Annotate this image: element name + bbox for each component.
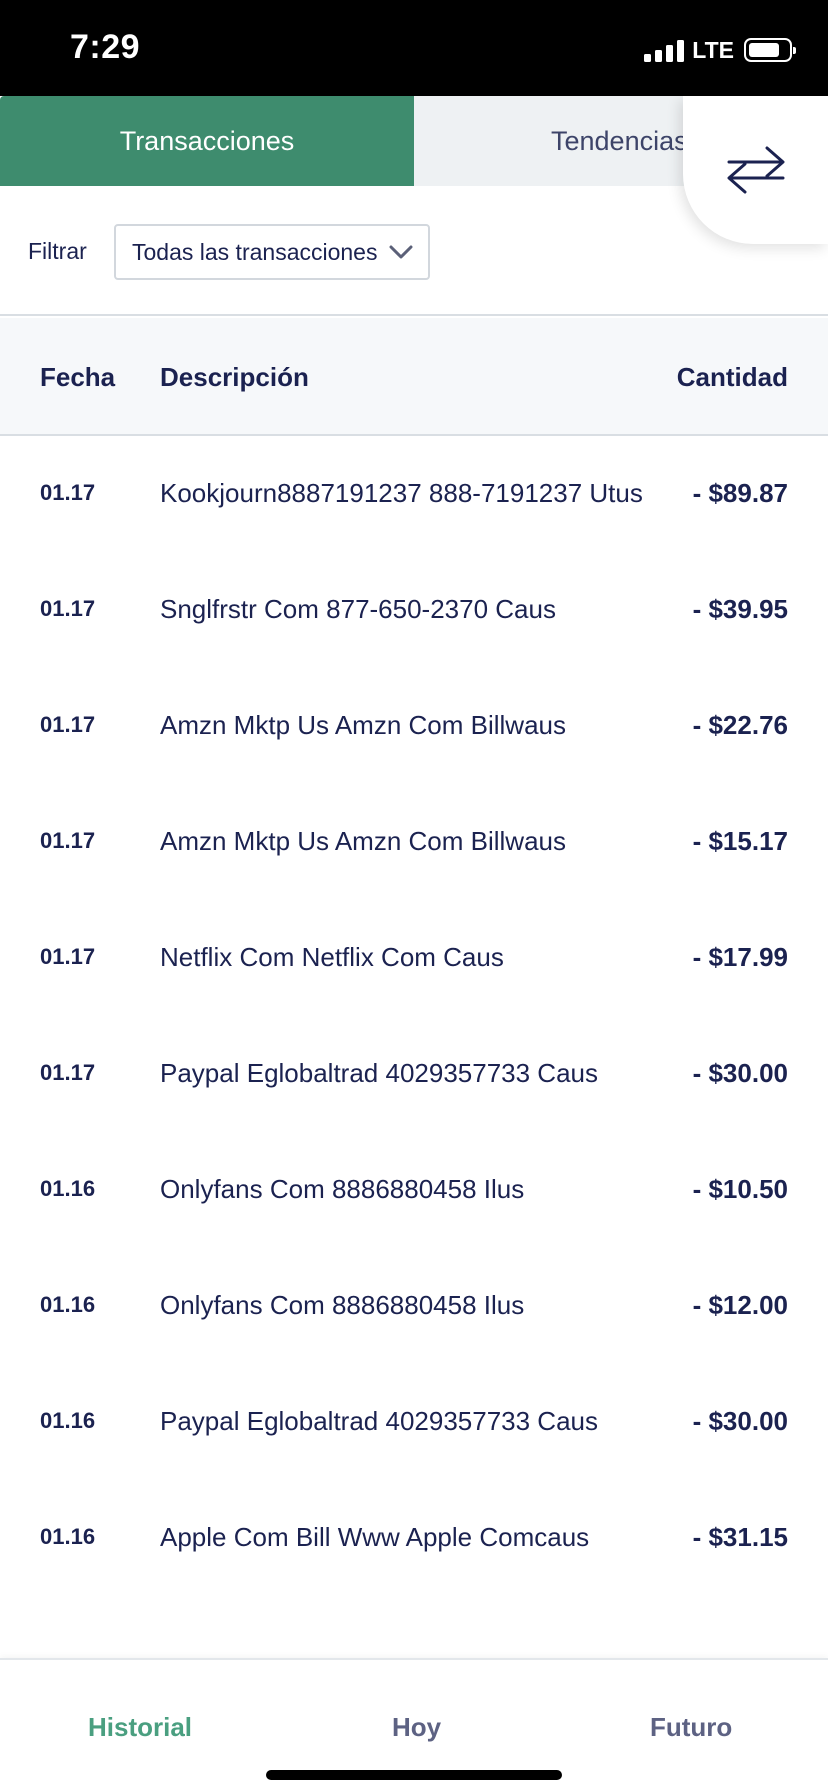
transaction-list: 01.17 Kookjourn8887191237 888-7191237 Ut…: [0, 436, 828, 1596]
transaction-date: 01.17: [40, 1060, 96, 1085]
transaction-amount: - $10.50: [692, 1174, 788, 1204]
table-row[interactable]: 01.16 Onlyfans Com 8886880458 Ilus - $10…: [0, 1132, 828, 1248]
transaction-description: Apple Com Bill Www Apple Comcaus: [160, 1522, 590, 1552]
battery-icon: [744, 38, 796, 62]
table-row[interactable]: 01.17 Amzn Mktp Us Amzn Com Billwaus - $…: [0, 784, 828, 900]
status-indicators: LTE: [644, 36, 796, 64]
transaction-description: Snglfrstr Com 877-650-2370 Caus: [160, 594, 556, 624]
network-label: LTE: [692, 36, 734, 63]
filter-label: Filtrar: [28, 238, 87, 264]
transaction-amount: - $15.17: [692, 826, 788, 856]
transaction-date: 01.17: [40, 944, 96, 969]
column-header-description: Descripción: [160, 362, 309, 392]
transaction-amount: - $39.95: [692, 594, 788, 624]
transaction-description: Amzn Mktp Us Amzn Com Billwaus: [160, 826, 566, 856]
transaction-date: 01.16: [40, 1292, 96, 1317]
table-header: Fecha Descripción Cantidad: [0, 318, 828, 436]
transaction-date: 01.16: [40, 1176, 96, 1201]
transaction-description: Onlyfans Com 8886880458 Ilus: [160, 1290, 525, 1320]
chevron-down-icon: [388, 244, 416, 260]
transaction-description: Paypal Eglobaltrad 4029357733 Caus: [160, 1406, 599, 1436]
transaction-amount: - $89.87: [692, 478, 788, 508]
transaction-amount: - $31.15: [692, 1522, 788, 1552]
table-row[interactable]: 01.17 Kookjourn8887191237 888-7191237 Ut…: [0, 436, 828, 552]
status-time: 7:29: [70, 28, 141, 66]
table-row[interactable]: 01.17 Snglfrstr Com 877-650-2370 Caus - …: [0, 552, 828, 668]
transaction-date: 01.17: [40, 596, 96, 621]
status-bar: 7:29 LTE: [0, 0, 828, 96]
nav-historial[interactable]: Historial: [88, 1712, 192, 1743]
transaction-date: 01.17: [40, 828, 96, 853]
transaction-description: Kookjourn8887191237 888-7191237 Utus: [160, 478, 643, 508]
transaction-date: 01.17: [40, 480, 96, 505]
transaction-amount: - $30.00: [692, 1058, 788, 1088]
table-row[interactable]: 01.17 Amzn Mktp Us Amzn Com Billwaus - $…: [0, 668, 828, 784]
transaction-date: 01.16: [40, 1408, 96, 1433]
column-header-amount: Cantidad: [676, 362, 788, 392]
transaction-description: Amzn Mktp Us Amzn Com Billwaus: [160, 710, 566, 740]
transaction-date: 01.16: [40, 1524, 96, 1549]
table-row[interactable]: 01.17 Netflix Com Netflix Com Caus - $17…: [0, 900, 828, 1016]
transaction-description: Paypal Eglobaltrad 4029357733 Caus: [160, 1058, 599, 1088]
filter-dropdown[interactable]: Todas las transacciones: [114, 224, 430, 280]
filter-bar: Filtrar Todas las transacciones: [0, 186, 828, 316]
table-row[interactable]: 01.16 Paypal Eglobaltrad 4029357733 Caus…: [0, 1364, 828, 1480]
column-header-date: Fecha: [40, 362, 116, 392]
transaction-amount: - $22.76: [692, 710, 788, 740]
nav-futuro[interactable]: Futuro: [650, 1712, 732, 1743]
transaction-amount: - $17.99: [692, 942, 788, 972]
signal-icon: [644, 38, 685, 62]
transaction-amount: - $30.00: [692, 1406, 788, 1436]
table-row[interactable]: 01.16 Apple Com Bill Www Apple Comcaus -…: [0, 1480, 828, 1596]
transaction-amount: - $12.00: [692, 1290, 788, 1320]
tab-transacciones[interactable]: Transacciones: [0, 96, 414, 186]
table-row[interactable]: 01.16 Onlyfans Com 8886880458 Ilus - $12…: [0, 1248, 828, 1364]
transaction-description: Onlyfans Com 8886880458 Ilus: [160, 1174, 525, 1204]
nav-hoy[interactable]: Hoy: [392, 1712, 441, 1743]
transaction-date: 01.17: [40, 712, 96, 737]
bottom-nav: Historial Hoy Futuro: [0, 1658, 828, 1792]
filter-selected-value: Todas las transacciones: [132, 238, 378, 265]
table-row[interactable]: 01.17 Paypal Eglobaltrad 4029357733 Caus…: [0, 1016, 828, 1132]
home-indicator[interactable]: [266, 1770, 562, 1780]
transaction-description: Netflix Com Netflix Com Caus: [160, 942, 504, 972]
